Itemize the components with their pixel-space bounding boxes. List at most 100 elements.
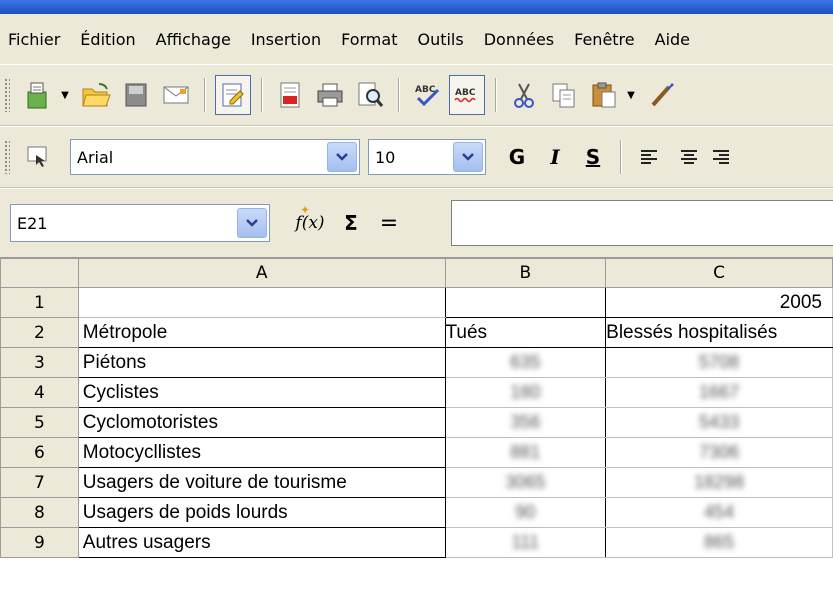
- cell-a4[interactable]: Cyclistes: [77, 377, 446, 408]
- formula-input[interactable]: [451, 200, 833, 246]
- cell-c9[interactable]: 865: [605, 527, 833, 558]
- select-all-corner[interactable]: [0, 258, 79, 288]
- cell-b5[interactable]: 356: [444, 407, 607, 438]
- print-icon[interactable]: [312, 75, 348, 115]
- row-header[interactable]: 7: [0, 467, 79, 498]
- cell-b6[interactable]: 881: [444, 437, 607, 468]
- standard-toolbar: ▼ ABC ABC ▼: [0, 64, 833, 126]
- formula-equals-button[interactable]: =: [378, 211, 400, 236]
- column-header-b[interactable]: B: [444, 258, 607, 288]
- cell-reference: E21: [17, 213, 48, 233]
- toolbar-grip[interactable]: [4, 78, 10, 112]
- cell-c6[interactable]: 7306: [605, 437, 833, 468]
- row-header[interactable]: 1: [0, 287, 79, 318]
- cell-b2[interactable]: Tués: [444, 317, 607, 348]
- open-folder-icon[interactable]: [78, 75, 114, 115]
- menu-format[interactable]: Format: [331, 30, 407, 49]
- row-header[interactable]: 8: [0, 497, 79, 528]
- paste-icon[interactable]: [586, 75, 622, 115]
- menu-fenetre[interactable]: Fenêtre: [564, 30, 645, 49]
- cell-b1[interactable]: [444, 287, 607, 318]
- table-row: 6 Motocycllistes 881 7306: [0, 437, 833, 468]
- cell-c4[interactable]: 1667: [605, 377, 833, 408]
- window-titlebar[interactable]: [0, 0, 833, 14]
- toolbar-separator: [495, 78, 496, 112]
- new-document-icon[interactable]: [20, 75, 56, 115]
- paste-dropdown-icon[interactable]: ▼: [624, 75, 638, 115]
- cell-b4[interactable]: 180: [444, 377, 607, 408]
- align-right-icon[interactable]: [711, 137, 731, 177]
- font-size-value: 10: [375, 147, 396, 167]
- toolbar-grip[interactable]: [4, 140, 10, 174]
- name-box[interactable]: E21: [10, 204, 270, 242]
- page-preview-icon[interactable]: [352, 75, 388, 115]
- column-header-row: A B C: [0, 258, 833, 288]
- cell-a8[interactable]: Usagers de poids lourds: [77, 497, 446, 528]
- table-row: 2 Métropole Tués Blessés hospitalisés: [0, 317, 833, 348]
- menu-edition[interactable]: Édition: [70, 30, 145, 49]
- email-icon[interactable]: [158, 75, 194, 115]
- format-paintbrush-icon[interactable]: [644, 75, 680, 115]
- row-header[interactable]: 9: [0, 527, 79, 558]
- chevron-down-icon[interactable]: [237, 208, 267, 238]
- cell-b8[interactable]: 90: [444, 497, 607, 528]
- align-left-icon[interactable]: [631, 137, 667, 177]
- menu-bar: Fichier Édition Affichage Insertion Form…: [0, 14, 833, 64]
- chevron-down-icon[interactable]: [453, 142, 483, 172]
- export-pdf-icon[interactable]: [272, 75, 308, 115]
- align-center-icon[interactable]: [671, 137, 707, 177]
- function-wizard-sparkle-icon: ✦: [300, 203, 311, 217]
- column-header-a[interactable]: A: [77, 258, 446, 288]
- font-name-combo[interactable]: Arial: [70, 139, 360, 175]
- cell-a2[interactable]: Métropole: [77, 317, 446, 348]
- menu-aide[interactable]: Aide: [645, 30, 700, 49]
- menu-donnees[interactable]: Données: [474, 30, 564, 49]
- table-row: 7 Usagers de voiture de tourisme 3065 18…: [0, 467, 833, 498]
- cell-a1[interactable]: [77, 287, 446, 318]
- underline-button[interactable]: S: [576, 137, 610, 177]
- table-row: 4 Cyclistes 180 1667: [0, 377, 833, 408]
- save-disk-icon[interactable]: [118, 75, 154, 115]
- styles-icon[interactable]: [20, 137, 56, 177]
- cell-b9[interactable]: 111: [444, 527, 607, 558]
- row-header[interactable]: 6: [0, 437, 79, 468]
- cell-a5[interactable]: Cyclomotoristes: [77, 407, 446, 438]
- row-header[interactable]: 4: [0, 377, 79, 408]
- autospellcheck-icon[interactable]: ABC: [449, 75, 485, 115]
- cell-a9[interactable]: Autres usagers: [77, 527, 446, 558]
- row-header[interactable]: 3: [0, 347, 79, 378]
- cell-c1[interactable]: 2005: [605, 287, 833, 318]
- sum-button[interactable]: Σ: [338, 211, 364, 235]
- chevron-down-icon[interactable]: [327, 142, 357, 172]
- menu-outils[interactable]: Outils: [407, 30, 473, 49]
- cell-b3[interactable]: 635: [444, 347, 607, 378]
- function-wizard-button[interactable]: ✦ f(x): [292, 203, 328, 233]
- bold-button[interactable]: G: [500, 137, 534, 177]
- spellcheck-icon[interactable]: ABC: [409, 75, 445, 115]
- row-header[interactable]: 2: [0, 317, 79, 348]
- column-header-c[interactable]: C: [605, 258, 833, 288]
- cell-a6[interactable]: Motocycllistes: [77, 437, 446, 468]
- edit-file-icon[interactable]: [215, 75, 251, 115]
- svg-text:ABC: ABC: [455, 88, 476, 98]
- cell-a3[interactable]: Piétons: [77, 347, 446, 378]
- table-row: 1 2005: [0, 287, 833, 318]
- menu-insertion[interactable]: Insertion: [241, 30, 331, 49]
- spreadsheet-grid[interactable]: A B C 1 2005 2 Métropole Tués Blessés ho…: [0, 258, 833, 600]
- cut-scissors-icon[interactable]: [506, 75, 542, 115]
- cell-b7[interactable]: 3065: [444, 467, 607, 498]
- table-row: 9 Autres usagers 111 865: [0, 527, 833, 558]
- cell-c3[interactable]: 5708: [605, 347, 833, 378]
- new-dropdown-icon[interactable]: ▼: [58, 75, 72, 115]
- cell-c8[interactable]: 454: [605, 497, 833, 528]
- cell-c5[interactable]: 5433: [605, 407, 833, 438]
- cell-c2[interactable]: Blessés hospitalisés: [605, 317, 833, 348]
- italic-button[interactable]: I: [538, 137, 572, 177]
- copy-icon[interactable]: [546, 75, 582, 115]
- menu-fichier[interactable]: Fichier: [0, 30, 70, 49]
- font-size-combo[interactable]: 10: [368, 139, 486, 175]
- menu-affichage[interactable]: Affichage: [146, 30, 241, 49]
- cell-c7[interactable]: 18298: [605, 467, 833, 498]
- cell-a7[interactable]: Usagers de voiture de tourisme: [77, 467, 446, 498]
- row-header[interactable]: 5: [0, 407, 79, 438]
